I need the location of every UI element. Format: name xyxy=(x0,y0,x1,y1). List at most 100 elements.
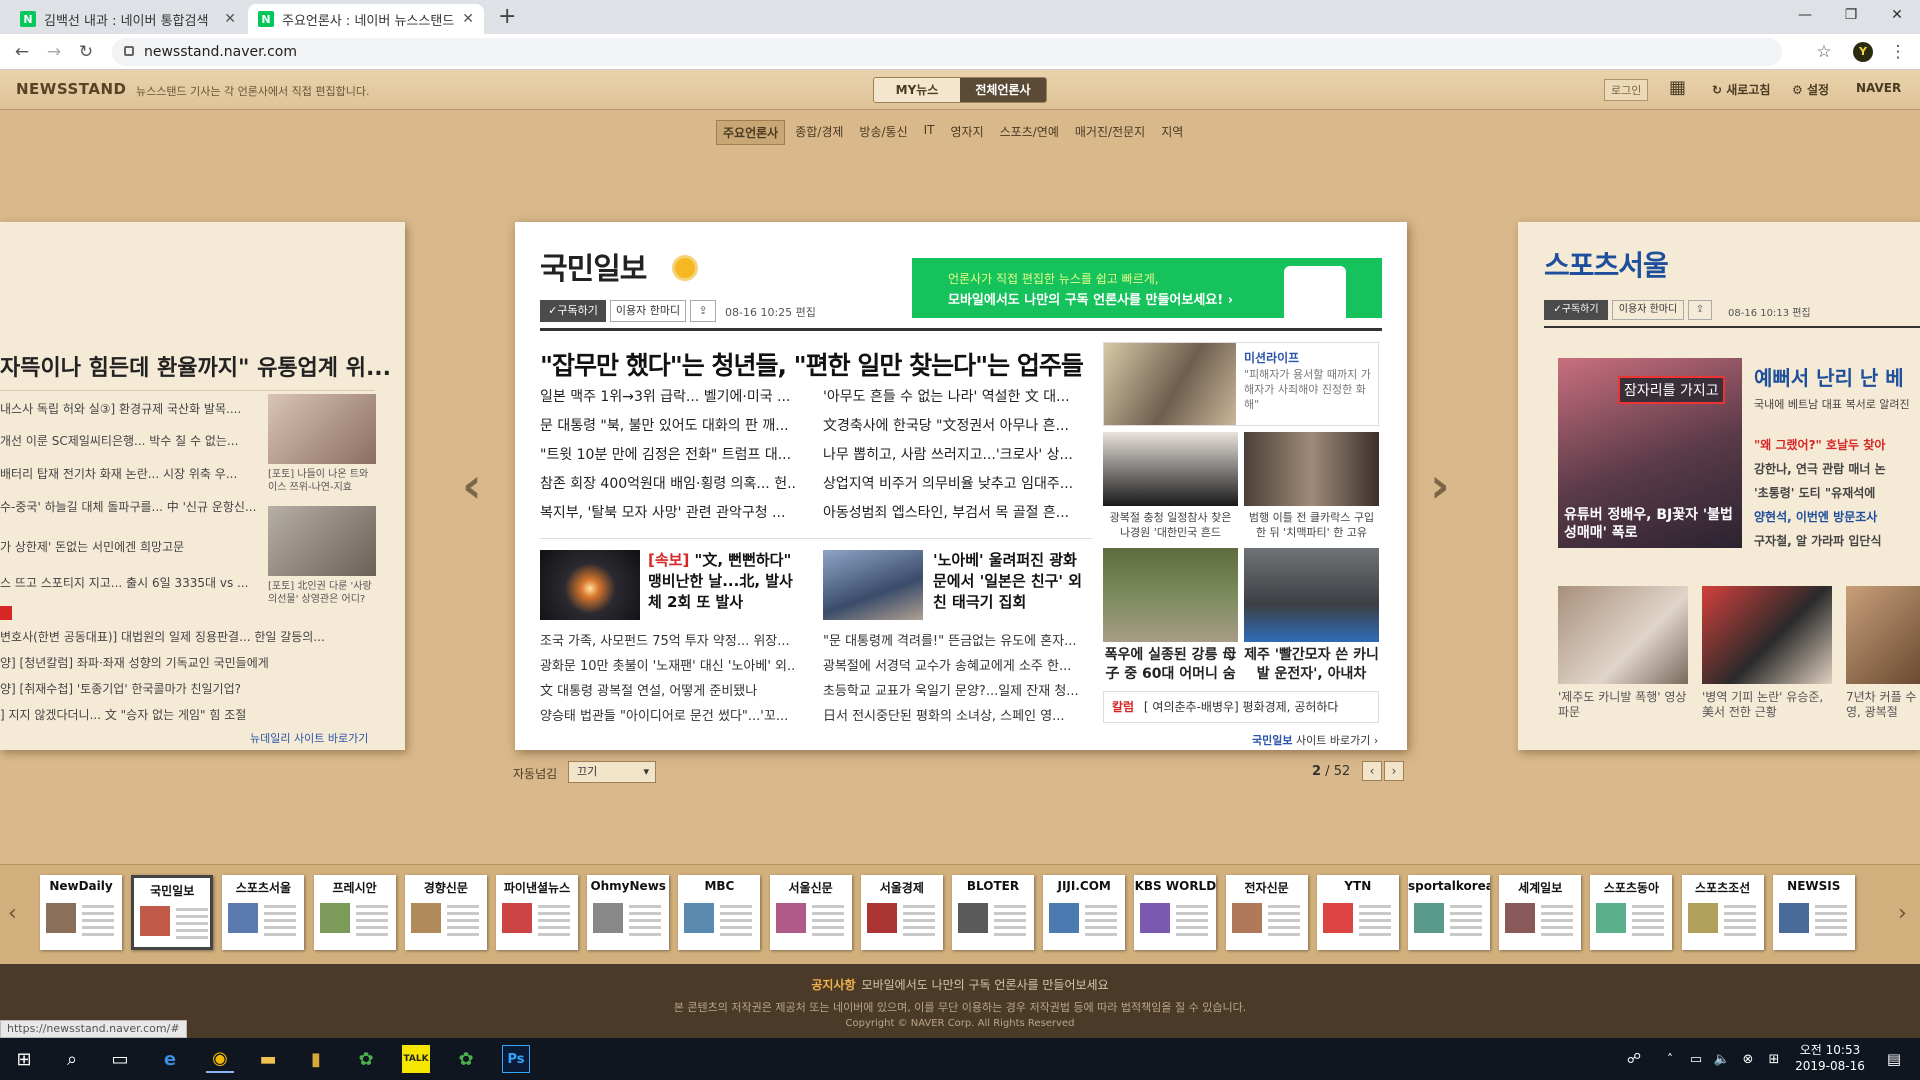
bookmark-star-icon[interactable]: ☆ xyxy=(1812,40,1836,64)
press-thumbnail[interactable]: NEWSIS xyxy=(1772,875,1855,950)
press-thumbnail[interactable]: 스포츠서울 xyxy=(222,875,305,950)
left-news-line[interactable]: 가 상한제' 돈없는 서민에겐 희망고문 xyxy=(0,538,184,555)
strip-next-icon[interactable]: › xyxy=(1898,901,1907,926)
next-arrow-icon[interactable]: › xyxy=(1430,458,1450,514)
right-photo-caption[interactable]: 7년차 커플 수영, 광복절 xyxy=(1846,690,1920,720)
left-photo[interactable] xyxy=(268,506,376,576)
photo-caption[interactable]: 광복절 충청 일정참사 찾은 나경원 '대한민국 흔드 xyxy=(1103,510,1238,540)
reload-icon[interactable]: ↻ xyxy=(74,40,98,64)
sub-headline[interactable]: 양승태 법관들 "아이디어로 문건 썼다"...'꼬... xyxy=(540,705,795,724)
app-icon[interactable]: ▮ xyxy=(302,1045,330,1073)
naver-home-link[interactable]: NAVER xyxy=(1856,81,1901,95)
user-comment-button[interactable]: 이용자 한마디 xyxy=(610,300,686,322)
mission-life-card[interactable]: 미션라이프 "피해자가 용서할 때까지 가해자가 사죄해야 진정한 화해" xyxy=(1103,342,1379,426)
right-news-line[interactable]: 국내에 베트남 대표 복서로 알려진 xyxy=(1754,396,1910,412)
settings-button[interactable]: ⚙ 설정 xyxy=(1792,81,1829,98)
headline-item[interactable]: 文경축사에 한국당 "文정권서 아무나 흔... xyxy=(823,415,1083,435)
headline-item[interactable]: 아동성범죄 엡스타인, 부검서 목 골절 흔... xyxy=(823,502,1083,522)
autoflip-select[interactable]: 끄기 ▾ xyxy=(568,761,656,783)
left-opinion-line[interactable]: 변호사(한변 공동대표)] 대법원의 일제 징용판결... 한일 갈등의... xyxy=(0,628,325,645)
newsstand-logo[interactable]: NEWSSTAND xyxy=(16,80,126,98)
back-icon[interactable]: ← xyxy=(10,40,34,64)
headline-item[interactable]: 문 대통령 "북, 불만 있어도 대화의 판 깨... xyxy=(540,415,795,435)
press-thumbnail[interactable]: OhmyNews xyxy=(587,875,670,950)
clock[interactable]: 오전 10:53 2019-08-16 xyxy=(1790,1042,1870,1074)
network-icon[interactable]: ▭ xyxy=(1682,1045,1710,1073)
category-english[interactable]: 영자지 xyxy=(945,120,990,145)
sub-headline[interactable]: 日서 전시중단된 평화의 소녀상, 스페인 영... xyxy=(823,705,1088,724)
notice[interactable]: 공지사항 모바일에서도 나만의 구독 언론사를 만들어보세요 xyxy=(0,976,1920,993)
press-thumbnail[interactable]: BLOTER xyxy=(952,875,1034,950)
left-photo-caption[interactable]: [포토] 나들이 나온 트와이스 쯔위-나연-지효 xyxy=(268,468,376,494)
left-news-line[interactable]: 스 뜨고 스포티지 지고... 출시 6일 3335대 vs ... xyxy=(0,574,248,591)
share-icon[interactable]: ⇪ xyxy=(690,300,716,322)
headline-item[interactable]: 상업지역 비주거 의무비율 낮추고 임대주... xyxy=(823,473,1083,493)
right-news-line[interactable]: "왜 그랬어?" 호날두 찾아 xyxy=(1754,436,1885,453)
rally-photo[interactable] xyxy=(823,550,923,620)
chevron-up-icon[interactable]: ˄ xyxy=(1656,1045,1684,1073)
strip-prev-icon[interactable]: ‹ xyxy=(8,901,17,926)
left-opinion-line[interactable]: 양] [취재수첩] '토종기업' 한국콜마가 친일기업? xyxy=(0,680,241,697)
search-icon[interactable]: ⌕ xyxy=(58,1045,86,1073)
edge-icon[interactable]: e xyxy=(156,1045,184,1073)
press-thumbnail[interactable]: JIJI.COM xyxy=(1043,875,1126,950)
headline-item[interactable]: 참존 회장 400억원대 배임·횡령 의혹... 헌... xyxy=(540,473,795,493)
headline-item[interactable]: "트윗 10분 만에 김정은 전화" 트럼프 대... xyxy=(540,444,795,464)
close-circle-icon[interactable]: ⊗ xyxy=(1734,1045,1762,1073)
window-close-icon[interactable]: ✕ xyxy=(1874,0,1920,30)
left-news-line[interactable]: 개선 이룬 SC제일씨티은행... 박수 칠 수 없는... xyxy=(0,432,238,449)
sub-headline[interactable]: 광화문 10만 촛불이 '노재팬' 대신 '노아베' 외... xyxy=(540,655,795,674)
photoshop-icon[interactable]: Ps xyxy=(502,1045,530,1073)
new-tab-button[interactable]: + xyxy=(498,4,516,29)
right-news-line[interactable]: 구자철, 알 가라파 입단식 xyxy=(1754,532,1882,549)
next-press-panel[interactable]: 스포츠서울 ✓구독하기 이용자 한마디 ⇪ 08-16 10:13 편집 잠자리… xyxy=(1518,222,1920,750)
grid-view-icon[interactable]: ▦ xyxy=(1669,77,1686,98)
press-thumbnail[interactable]: 세계일보 xyxy=(1499,875,1582,950)
page-prev-icon[interactable]: ‹ xyxy=(1362,761,1382,781)
left-news-line[interactable]: 배터리 탑재 전기차 화재 논란... 시장 위축 우... xyxy=(0,465,237,482)
task-view-icon[interactable]: ▭ xyxy=(106,1045,134,1073)
press-thumbnail[interactable]: 파이낸셜뉴스 xyxy=(496,875,578,950)
right-share-icon[interactable]: ⇪ xyxy=(1688,300,1712,320)
prev-arrow-icon[interactable]: ‹ xyxy=(462,458,482,514)
url-field[interactable]: newsstand.naver.com xyxy=(112,38,1782,66)
publication-logo[interactable]: 국민일보 xyxy=(540,244,647,288)
browser-tab[interactable]: N 김백선 내과 : 네이버 통합검색 ✕ xyxy=(10,4,246,34)
login-button[interactable]: 로그인 xyxy=(1604,79,1649,101)
maximize-icon[interactable]: ❐ xyxy=(1828,0,1874,30)
app-icon[interactable]: ✿ xyxy=(452,1045,480,1073)
left-photo[interactable] xyxy=(268,394,376,464)
right-main-photo[interactable]: 잠자리를 가지고 유튜버 정배우, BJ꽃자 '불법 성매매' 폭로 xyxy=(1558,358,1742,548)
category-sports-ent[interactable]: 스포츠/연예 xyxy=(994,120,1065,145)
column-box[interactable]: 칼럼 [ 여의춘추-배병우] 평화경제, 공허하다 xyxy=(1103,691,1379,723)
photo-caption[interactable]: 범행 이틀 전 클카락스 구입한 뒤 '치맥파티' 한 고유 xyxy=(1244,510,1379,540)
page-next-icon[interactable]: › xyxy=(1384,761,1404,781)
category-broadcast[interactable]: 방송/통신 xyxy=(853,120,913,145)
right-news-line[interactable]: 강한나, 연극 관람 매너 논 xyxy=(1754,460,1886,477)
category-general-economy[interactable]: 종합/경제 xyxy=(789,120,849,145)
category-major[interactable]: 주요언론사 xyxy=(716,120,786,145)
top-headline[interactable]: "잡무만 했다"는 청년들, "편한 일만 찾는다"는 업주들 xyxy=(540,346,1084,382)
press-thumbnail[interactable]: 전자신문 xyxy=(1225,875,1308,950)
category-it[interactable]: IT xyxy=(918,120,941,145)
forward-icon[interactable]: → xyxy=(42,40,66,64)
right-subscribe-button[interactable]: ✓구독하기 xyxy=(1544,300,1608,320)
press-thumbnail[interactable]: 서울경제 xyxy=(860,875,943,950)
left-photo-caption[interactable]: [포토] 北인권 다룬 '사랑의선물' 상영관은 어디? xyxy=(268,580,376,606)
right-news-line[interactable]: '초통령' 도티 "유재석에 xyxy=(1754,484,1875,501)
notification-icon[interactable]: ▤ xyxy=(1880,1045,1908,1073)
flood-photo[interactable] xyxy=(1103,548,1238,642)
road-photo[interactable] xyxy=(1244,548,1379,642)
missile-launch-photo[interactable] xyxy=(540,550,640,620)
all-press-tab[interactable]: 전체언론사 xyxy=(960,78,1046,102)
sub-headline[interactable]: 文 대통령 광복절 연설, 어떻게 준비됐나 xyxy=(540,680,795,699)
press-thumbnail[interactable]: 국민일보 xyxy=(131,875,214,950)
left-opinion-line[interactable]: 양] [청년칼럼] 좌파·좌재 성향의 기독교인 국민들에게 xyxy=(0,654,269,671)
press-thumbnail[interactable]: NewDaily xyxy=(40,875,122,950)
headline-item[interactable]: 나무 뽑히고, 사람 쓰러지고...'크로사' 상... xyxy=(823,444,1083,464)
subscribe-button[interactable]: ✓구독하기 xyxy=(540,300,606,322)
headline-item[interactable]: 일본 맥주 1위→3위 급락... 벨기에·미국 ... xyxy=(540,386,795,406)
left-news-line[interactable]: 수-중국' 하늘길 대체 돌파구를... 中 '신규 운항신... xyxy=(0,498,256,515)
category-local[interactable]: 지역 xyxy=(1155,120,1189,145)
feature-article[interactable]: '노아베' 울려퍼진 광화문에서 '일본은 친구' 외친 태극기 집회 xyxy=(933,550,1089,613)
